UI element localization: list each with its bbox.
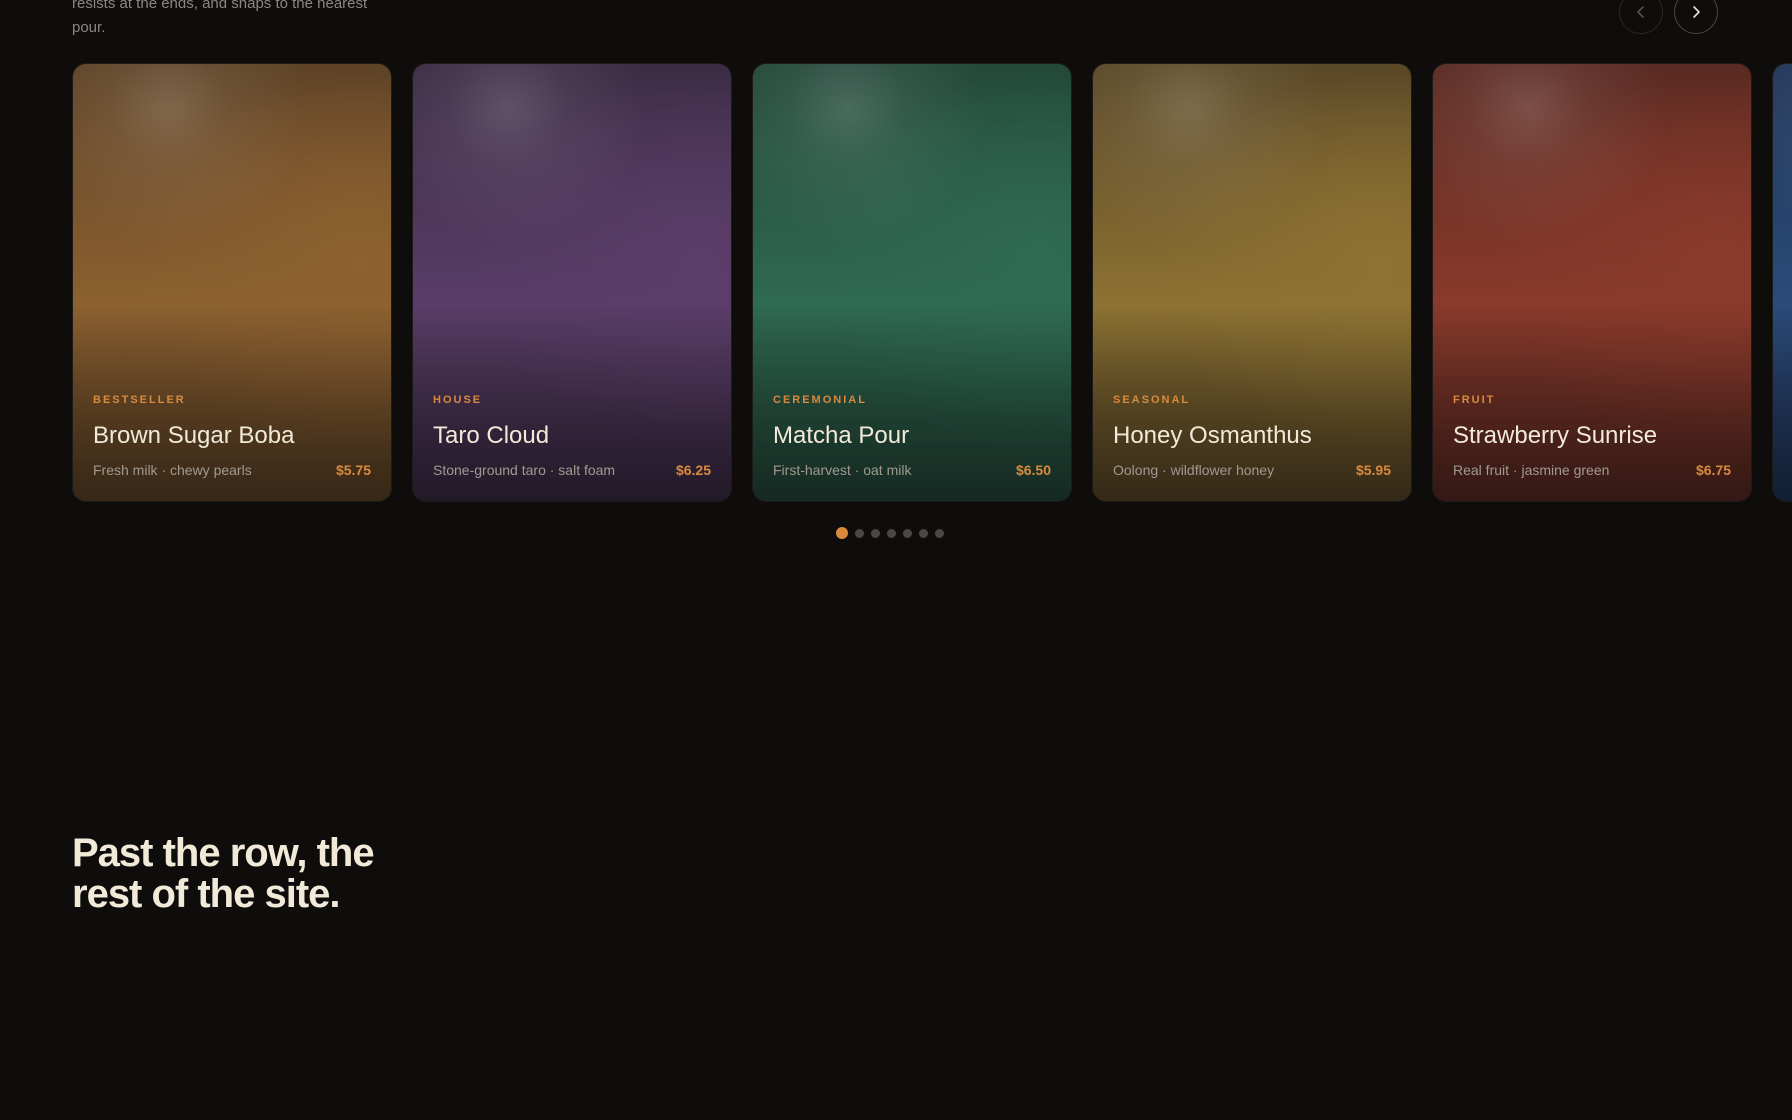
card-description: First-harvest · oat milk: [773, 462, 912, 478]
card-tag: SEASONAL: [1113, 394, 1191, 406]
pagination-dot[interactable]: [903, 528, 912, 538]
chevron-left-icon: [1633, 4, 1649, 20]
carousel-next-button[interactable]: [1674, 0, 1718, 34]
carousel-prev-button[interactable]: [1619, 0, 1663, 34]
product-card-partial[interactable]: [1772, 63, 1792, 502]
section-title: Past the row, the rest of the site.: [72, 833, 432, 915]
carousel-track[interactable]: BESTSELLER Brown Sugar Boba Fresh milk ·…: [72, 63, 1792, 503]
pagination-dot[interactable]: [871, 528, 880, 538]
card-name: Taro Cloud: [433, 422, 550, 449]
product-card[interactable]: BESTSELLER Brown Sugar Boba Fresh milk ·…: [72, 63, 392, 502]
product-card[interactable]: FRUIT Strawberry Sunrise Real fruit · ja…: [1432, 63, 1752, 502]
card-name: Honey Osmanthus: [1113, 422, 1312, 449]
product-card[interactable]: CEREMONIAL Matcha Pour First-harvest · o…: [752, 63, 1072, 502]
card-tag: FRUIT: [1453, 394, 1496, 406]
pagination-dot[interactable]: [919, 528, 928, 538]
section-title-line-2: rest of the site.: [72, 872, 341, 916]
card-description: Stone-ground taro · salt foam: [433, 462, 616, 478]
card-tag: BESTSELLER: [93, 394, 186, 406]
card-price: $5.95: [1355, 462, 1391, 478]
card-name: Brown Sugar Boba: [93, 422, 295, 449]
card-price: $5.75: [335, 462, 371, 478]
card-description: Fresh milk · chewy pearls: [93, 462, 252, 478]
card-price: $6.50: [1015, 462, 1051, 478]
page: resists at the ends, and snaps to the ne…: [0, 0, 1792, 1120]
intro-text: resists at the ends, and snaps to the ne…: [72, 0, 368, 36]
card-tag: HOUSE: [433, 394, 483, 406]
card-name: Strawberry Sunrise: [1453, 422, 1658, 449]
card-name: Matcha Pour: [773, 422, 910, 449]
pagination-dot[interactable]: [836, 527, 848, 539]
card-description: Real fruit · jasmine green: [1453, 462, 1610, 478]
pagination-dot[interactable]: [887, 528, 896, 538]
card-description: Oolong · wildflower honey: [1113, 462, 1275, 478]
chevron-right-icon: [1688, 4, 1704, 20]
product-card[interactable]: SEASONAL Honey Osmanthus Oolong · wildfl…: [1092, 63, 1412, 502]
card-price: $6.25: [675, 462, 711, 478]
carousel-pagination: [836, 527, 944, 539]
pagination-dot[interactable]: [935, 528, 944, 538]
pagination-dot[interactable]: [855, 528, 864, 538]
card-price: $6.75: [1695, 462, 1731, 478]
product-card[interactable]: HOUSE Taro Cloud Stone-ground taro · sal…: [412, 63, 732, 502]
section-title-line-1: Past the row, the: [72, 831, 375, 875]
card-tag: CEREMONIAL: [773, 394, 867, 406]
